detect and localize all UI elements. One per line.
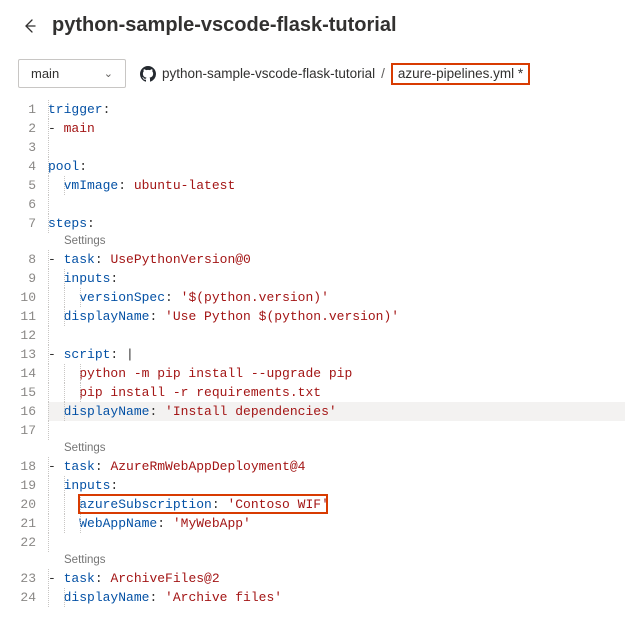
code-line[interactable]: pool: — [48, 157, 625, 176]
line-number: 13 — [0, 345, 48, 364]
branch-selector[interactable]: main ⌄ — [18, 59, 126, 88]
code-area[interactable]: trigger:- main pool: vmImage: ubuntu-late… — [48, 100, 625, 607]
line-number: 6 — [0, 195, 48, 214]
code-line[interactable]: versionSpec: '$(python.version)' — [48, 288, 625, 307]
line-number: 9 — [0, 269, 48, 288]
code-line[interactable]: - script: | — [48, 345, 625, 364]
line-number: 12 — [0, 326, 48, 345]
line-number: 8 — [0, 250, 48, 269]
code-line[interactable]: steps: — [48, 214, 625, 233]
chevron-down-icon: ⌄ — [104, 67, 113, 80]
code-line[interactable]: WebAppName: 'MyWebApp' — [48, 514, 625, 533]
line-number: 22 — [0, 533, 48, 552]
line-number: 1 — [0, 100, 48, 119]
code-line[interactable]: vmImage: ubuntu-latest — [48, 176, 625, 195]
line-number: 17 — [0, 421, 48, 440]
code-line[interactable] — [48, 138, 625, 157]
code-line[interactable] — [48, 326, 625, 345]
line-number: 2 — [0, 119, 48, 138]
code-line[interactable] — [48, 195, 625, 214]
line-number: 14 — [0, 364, 48, 383]
branch-name: main — [31, 66, 59, 81]
code-line[interactable]: azureSubscription: 'Contoso WIF' — [48, 495, 625, 514]
code-line[interactable]: displayName: 'Archive files' — [48, 588, 625, 607]
line-number: 4 — [0, 157, 48, 176]
code-line[interactable]: inputs: — [48, 476, 625, 495]
code-line[interactable]: displayName: 'Install dependencies' — [48, 402, 625, 421]
line-number: 21 — [0, 514, 48, 533]
line-number: 7 — [0, 214, 48, 233]
line-number: 23 — [0, 569, 48, 588]
breadcrumb: python-sample-vscode-flask-tutorial / az… — [140, 63, 530, 85]
code-line[interactable] — [48, 533, 625, 552]
breadcrumb-file: azure-pipelines.yml * — [391, 63, 530, 85]
code-editor[interactable]: 123456789101112131415161718192021222324 … — [0, 98, 625, 607]
line-number: 5 — [0, 176, 48, 195]
code-line[interactable]: - task: AzureRmWebAppDeployment@4 — [48, 457, 625, 476]
line-number: 11 — [0, 307, 48, 326]
breadcrumb-repo[interactable]: python-sample-vscode-flask-tutorial — [162, 66, 375, 81]
page-title: python-sample-vscode-flask-tutorial — [52, 14, 397, 37]
breadcrumb-separator: / — [381, 66, 385, 81]
github-icon — [140, 66, 156, 82]
line-number: 19 — [0, 476, 48, 495]
line-number: 15 — [0, 383, 48, 402]
line-number: 18 — [0, 457, 48, 476]
code-line[interactable]: trigger: — [48, 100, 625, 119]
code-line[interactable]: pip install -r requirements.txt — [48, 383, 625, 402]
code-line[interactable]: python -m pip install --upgrade pip — [48, 364, 625, 383]
arrow-left-icon — [21, 18, 37, 34]
codelens-settings[interactable]: Settings — [48, 233, 625, 250]
line-number: 20 — [0, 495, 48, 514]
back-button[interactable] — [18, 15, 40, 37]
code-line[interactable]: displayName: 'Use Python $(python.versio… — [48, 307, 625, 326]
code-line[interactable] — [48, 421, 625, 440]
code-line[interactable]: - main — [48, 119, 625, 138]
line-number-gutter: 123456789101112131415161718192021222324 — [0, 100, 48, 607]
code-line[interactable]: inputs: — [48, 269, 625, 288]
codelens-settings[interactable]: Settings — [48, 440, 625, 457]
code-line[interactable]: - task: ArchiveFiles@2 — [48, 569, 625, 588]
line-number: 24 — [0, 588, 48, 607]
line-number: 3 — [0, 138, 48, 157]
line-number: 16 — [0, 402, 48, 421]
code-line[interactable]: - task: UsePythonVersion@0 — [48, 250, 625, 269]
line-number: 10 — [0, 288, 48, 307]
codelens-settings[interactable]: Settings — [48, 552, 625, 569]
